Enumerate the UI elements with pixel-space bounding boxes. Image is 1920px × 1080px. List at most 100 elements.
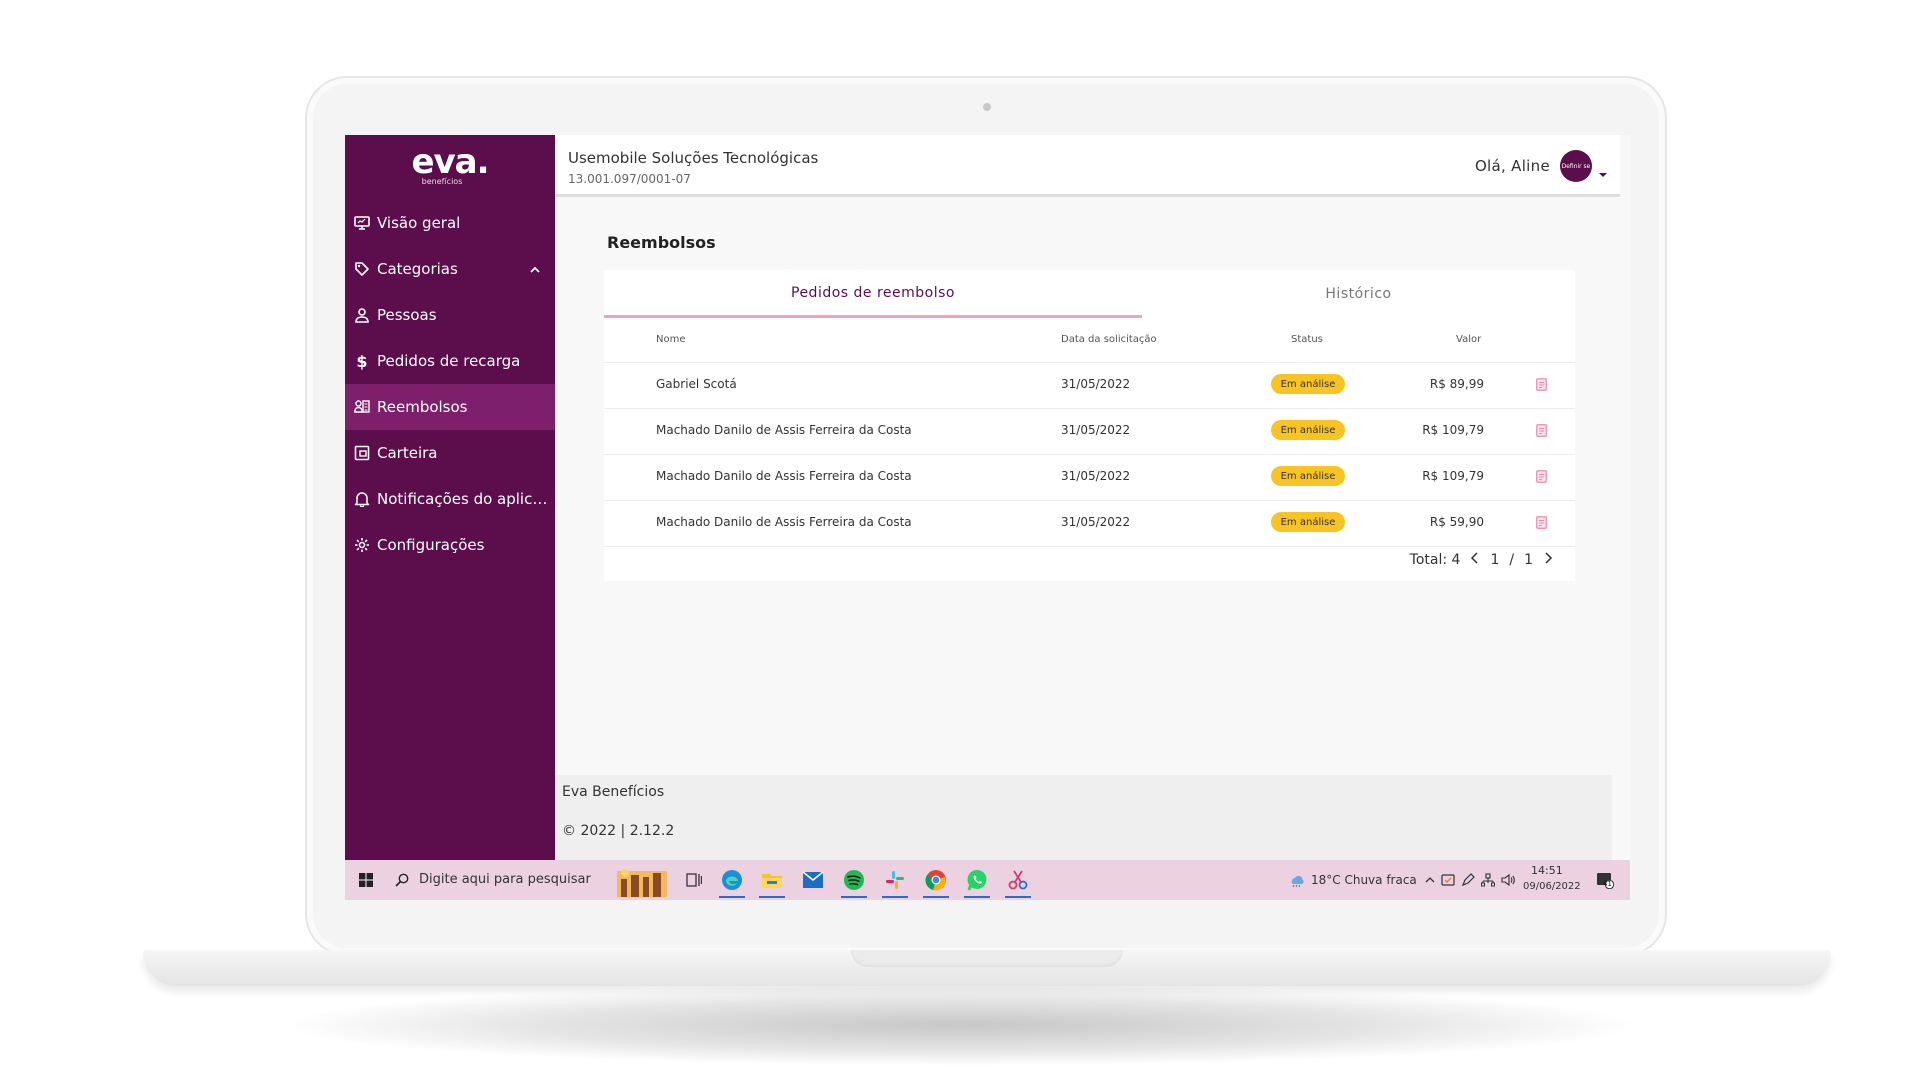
search-highlight-icon[interactable]: [613, 860, 671, 900]
footer: Eva Benefícios © 2022 | 2.12.2: [555, 775, 1612, 860]
taskbar-active-indicator: [1005, 896, 1031, 898]
sidebar-item-label: Pessoas: [377, 306, 437, 324]
chrome-icon[interactable]: [919, 860, 953, 900]
edge-browser-icon[interactable]: [715, 860, 749, 900]
wallet-icon: [354, 445, 370, 461]
cell-value: R$ 89,99: [1429, 377, 1484, 391]
reimbursement-card: Pedidos de reembolso Histórico Nome Data…: [604, 270, 1575, 581]
taskbar-search-input[interactable]: Digite aqui para pesquisar: [419, 872, 591, 887]
table-row[interactable]: Machado Danilo de Assis Ferreira da Cost…: [604, 408, 1575, 455]
sidebar-item-configuracoes[interactable]: Configurações: [345, 522, 555, 568]
sidebar-item-label: Pedidos de recarga: [377, 352, 521, 370]
spotify-icon[interactable]: [837, 860, 871, 900]
document-icon[interactable]: [1536, 424, 1547, 437]
taskbar-active-indicator: [841, 896, 867, 898]
bell-icon: [354, 491, 370, 507]
column-header-data[interactable]: Data da solicitação: [1061, 334, 1157, 345]
taskbar-active-indicator: [759, 896, 785, 898]
logo[interactable]: eva. benefícios: [345, 135, 555, 195]
sidebar-item-pessoas[interactable]: Pessoas: [345, 292, 555, 338]
table-row[interactable]: Gabriel Scotá 31/05/2022 Em análise R$ 8…: [604, 362, 1575, 409]
document-icon[interactable]: [1536, 516, 1547, 529]
column-header-status[interactable]: Status: [1291, 334, 1323, 345]
taskbar-active-indicator: [882, 896, 908, 898]
cell-value: R$ 109,79: [1422, 469, 1484, 483]
weather-icon[interactable]: [1287, 860, 1307, 900]
chevron-up-icon[interactable]: [1423, 860, 1437, 900]
mail-icon[interactable]: [796, 860, 830, 900]
pen-icon[interactable]: [1459, 860, 1477, 900]
chevron-left-icon[interactable]: [1470, 552, 1480, 568]
pagination-current[interactable]: 1: [1490, 552, 1499, 568]
sidebar-item-notificacoes[interactable]: Notificações do aplicativo: [345, 476, 555, 522]
footer-brand: Eva Benefícios: [562, 784, 665, 800]
sidebar-item-label: Reembolsos: [377, 398, 468, 416]
taskbar-active-indicator: [923, 896, 949, 898]
snipping-tool-icon[interactable]: [1001, 860, 1035, 900]
sidebar-nav: Visão geral Categorias Pessoas $ Pedidos…: [345, 200, 555, 568]
cell-name: Gabriel Scotá: [656, 377, 737, 391]
cell-date: 31/05/2022: [1061, 469, 1131, 483]
cell-name: Machado Danilo de Assis Ferreira da Cost…: [656, 469, 912, 483]
logo-wordmark: eva.: [411, 141, 489, 182]
sidebar-item-reembolsos[interactable]: Reembolsos: [345, 384, 555, 430]
cell-value: R$ 59,90: [1429, 515, 1484, 529]
company-cnpj: 13.001.097/0001-07: [568, 172, 691, 186]
sidebar-item-label: Configurações: [377, 536, 485, 554]
logo-subtitle: benefícios: [421, 176, 463, 186]
document-icon[interactable]: [1536, 378, 1547, 391]
caret-down-icon[interactable]: [1598, 163, 1608, 182]
tab-pedidos-de-reembolso[interactable]: Pedidos de reembolso: [604, 270, 1142, 318]
sidebar-item-label: Visão geral: [377, 214, 461, 232]
task-view-icon[interactable]: [677, 860, 711, 900]
sidebar-item-label: Carteira: [377, 444, 438, 462]
document-icon[interactable]: [1536, 470, 1547, 483]
notification-count: 41: [1603, 880, 1612, 888]
laptop-shadow: [290, 985, 1630, 1065]
pagination-total: Total: 4: [1409, 552, 1461, 568]
taskbar-active-indicator: [719, 896, 745, 898]
file-explorer-icon[interactable]: [755, 860, 789, 900]
tab-historico[interactable]: Histórico: [1142, 270, 1575, 318]
chevron-right-icon[interactable]: [1543, 552, 1553, 568]
cell-date: 31/05/2022: [1061, 423, 1131, 437]
avatar[interactable]: Definir se: [1560, 150, 1592, 182]
sidebar-item-visao-geral[interactable]: Visão geral: [345, 200, 555, 246]
dollar-icon: $: [356, 351, 368, 371]
laptop-camera: [983, 103, 991, 111]
search-icon[interactable]: [391, 860, 413, 900]
chevron-up-icon[interactable]: [529, 262, 541, 280]
whatsapp-icon[interactable]: [960, 860, 994, 900]
sidebar-item-pedidos-de-recarga[interactable]: $ Pedidos de recarga: [345, 338, 555, 384]
column-header-valor[interactable]: Valor: [1456, 334, 1481, 345]
status-badge: Em análise: [1271, 420, 1345, 440]
pagination-pages: 1: [1524, 552, 1533, 568]
table-header: Nome Data da solicitação Status Valor: [604, 318, 1575, 363]
sidebar-item-label: Categorias: [377, 260, 458, 278]
pagination-separator: /: [1509, 552, 1515, 568]
sidebar-item-label: Notificações do aplicativo: [377, 490, 552, 508]
volume-icon[interactable]: [1499, 860, 1517, 900]
cell-name: Machado Danilo de Assis Ferreira da Cost…: [656, 515, 912, 529]
user-greeting: Olá, Aline: [1474, 157, 1550, 175]
slack-icon[interactable]: [878, 860, 912, 900]
person-icon: [354, 307, 370, 323]
clock-time[interactable]: 14:51: [1531, 864, 1563, 877]
table-row[interactable]: Machado Danilo de Assis Ferreira da Cost…: [604, 454, 1575, 501]
reimbursement-icon: [354, 399, 370, 415]
taskbar: Digite aqui para pesquisar 18°C Chuva fr…: [345, 860, 1630, 900]
taskbar-active-indicator: [964, 896, 990, 898]
windows-start-icon[interactable]: [351, 860, 381, 900]
sidebar-item-categorias[interactable]: Categorias: [345, 246, 555, 292]
gear-icon: [354, 537, 370, 553]
security-icon[interactable]: [1439, 860, 1457, 900]
sidebar-item-carteira[interactable]: Carteira: [345, 430, 555, 476]
weather-text[interactable]: 18°C Chuva fraca: [1311, 873, 1417, 887]
monitor-icon: [354, 215, 370, 231]
app-screen: eva. benefícios Visão geral Categorias P…: [345, 135, 1630, 900]
table-row[interactable]: Machado Danilo de Assis Ferreira da Cost…: [604, 500, 1575, 547]
clock-date[interactable]: 09/06/2022: [1523, 881, 1581, 892]
column-header-nome[interactable]: Nome: [656, 334, 686, 345]
network-icon[interactable]: [1479, 860, 1497, 900]
tag-icon: [354, 261, 370, 277]
